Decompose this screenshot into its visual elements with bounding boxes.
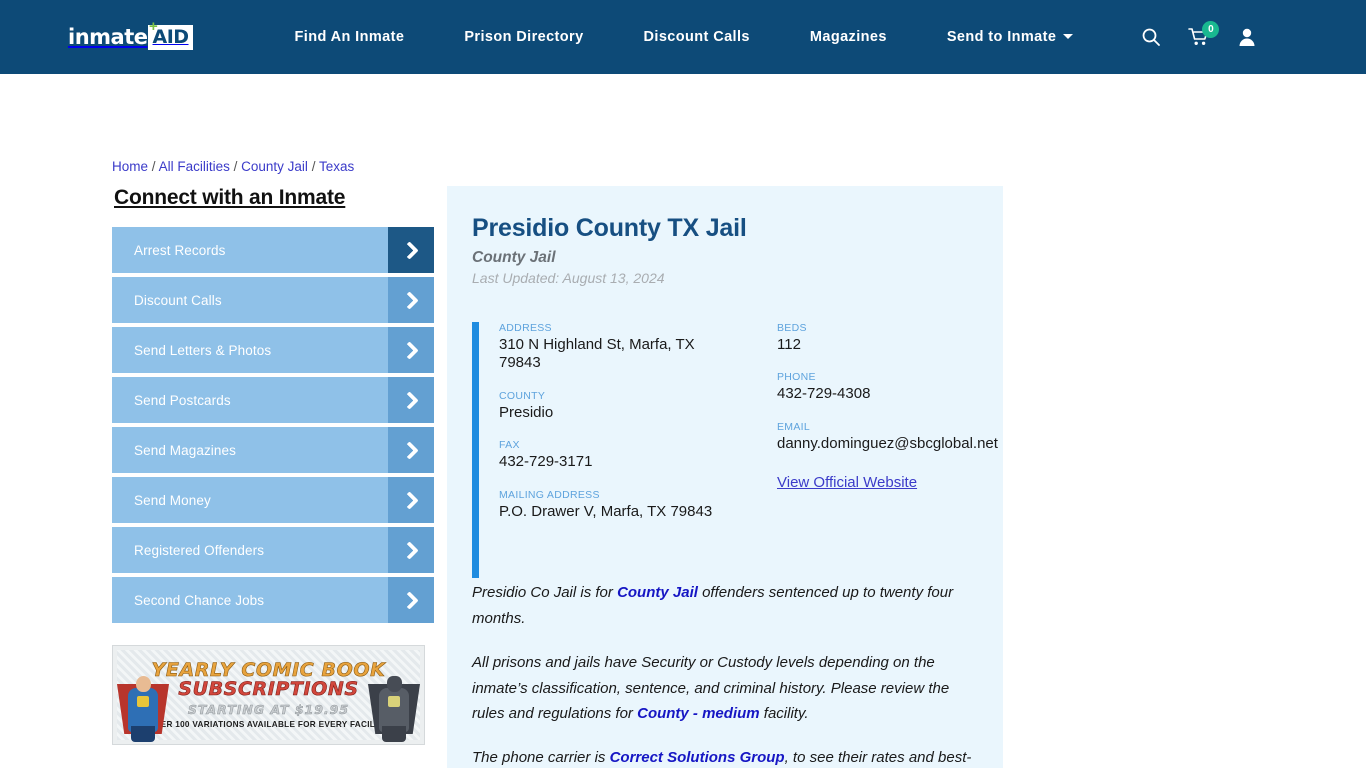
facility-type: County Jail: [472, 249, 556, 266]
p1-text-a: Presidio Co Jail is for: [472, 584, 618, 602]
chevron-right-icon: [388, 527, 434, 573]
field-value: danny.dominguez@sbcglobal.net: [777, 434, 998, 452]
sidebar-item-label: Send Money: [134, 492, 211, 508]
cart-icon[interactable]: 0: [1175, 13, 1223, 61]
description-paragraph-2: All prisons and jails have Security or C…: [472, 650, 973, 727]
sidebar-item-label: Send Magazines: [134, 442, 236, 458]
field-label: ADDRESS: [499, 322, 552, 334]
field-value: 432-729-4308: [777, 385, 871, 403]
field-value: Presidio: [499, 403, 554, 421]
sidebar-item-label: Send Letters & Photos: [134, 342, 272, 358]
user-icon[interactable]: [1223, 13, 1271, 61]
sidebar-item-label: Second Chance Jobs: [134, 592, 265, 608]
sidebar-item-label: Send Postcards: [134, 392, 231, 408]
breadcrumb-item-texas[interactable]: Texas: [319, 159, 354, 174]
field-value: 432-729-3171: [499, 453, 593, 471]
description-paragraph-3: The phone carrier is Correct Solutions G…: [472, 745, 973, 768]
nav-send-to-inmate[interactable]: Send to Inmate: [917, 29, 1104, 45]
field-label: COUNTY: [499, 389, 546, 402]
nav-find-an-inmate[interactable]: Find An Inmate: [265, 29, 435, 45]
site-logo[interactable]: inmate + AID: [68, 18, 193, 52]
field-county: COUNTY Presidio: [499, 390, 777, 422]
p1-link-county-jail[interactable]: County Jail: [617, 584, 698, 601]
view-official-website-link[interactable]: View Official Website: [777, 474, 992, 491]
field-label: FAX: [499, 439, 520, 452]
page-title: Presidio County TX Jail: [472, 214, 747, 242]
chevron-right-icon: [388, 227, 434, 273]
nav-magazines[interactable]: Magazines: [780, 29, 917, 45]
field-label: EMAIL: [777, 420, 811, 433]
p3-link-correct-solutions-group[interactable]: Correct Solutions Group: [610, 749, 785, 766]
sidebar: Connect with an Inmate Arrest Records Di…: [112, 186, 434, 627]
chevron-right-icon: [388, 427, 434, 473]
sidebar-item-registered-offenders[interactable]: Registered Offenders: [112, 527, 434, 573]
sidebar-item-label: Registered Offenders: [134, 542, 265, 558]
sidebar-item-label: Discount Calls: [134, 292, 222, 308]
field-label: BEDS: [777, 322, 807, 334]
comic-subscription-ad[interactable]: YEARLY COMIC BOOK SUBSCRIPTIONS STARTING…: [112, 645, 425, 745]
field-beds: BEDS 112: [777, 322, 992, 354]
chevron-right-icon: [388, 277, 434, 323]
field-email: EMAIL danny.dominguez@sbcglobal.net: [777, 420, 998, 453]
nav-discount-calls[interactable]: Discount Calls: [614, 29, 780, 45]
chevron-right-icon: [388, 327, 434, 373]
chevron-right-icon: [388, 577, 434, 623]
facility-info-grid: ADDRESS 310 N Highland St, Marfa, TX 798…: [499, 322, 998, 538]
sidebar-item-send-magazines[interactable]: Send Magazines: [112, 427, 434, 473]
facility-detail-panel: Presidio County TX Jail County Jail Last…: [447, 186, 1003, 768]
breadcrumb-item-county-jail[interactable]: County Jail: [241, 159, 308, 174]
breadcrumb-item-all-facilities[interactable]: All Facilities: [159, 159, 230, 174]
search-icon[interactable]: [1127, 13, 1175, 61]
ad-price-line: STARTING AT $19.95: [187, 701, 350, 718]
p3-text-a: The phone carrier is: [472, 749, 610, 767]
breadcrumb-item-home[interactable]: Home: [112, 159, 148, 174]
top-navigation-bar: inmate + AID Find An Inmate Prison Direc…: [0, 0, 1366, 74]
sidebar-item-discount-calls[interactable]: Discount Calls: [112, 277, 434, 323]
batman-illustration: [366, 670, 422, 742]
logo-plus-icon: +: [149, 18, 158, 35]
facility-description: Presidio Co Jail is for County Jail offe…: [472, 580, 973, 768]
sidebar-item-send-postcards[interactable]: Send Postcards: [112, 377, 434, 423]
sidebar-item-send-letters-photos[interactable]: Send Letters & Photos: [112, 327, 434, 373]
nav-icon-group: 0: [1127, 13, 1271, 61]
ad-headline-line2: SUBSCRIPTIONS: [178, 678, 359, 701]
facility-info-block: ADDRESS 310 N Highland St, Marfa, TX 798…: [472, 322, 998, 578]
breadcrumb-separator: /: [311, 159, 316, 174]
facility-info-left-column: ADDRESS 310 N Highland St, Marfa, TX 798…: [499, 322, 777, 538]
info-accent-bar: [472, 322, 479, 578]
field-value: 112: [777, 336, 801, 353]
chevron-right-icon: [388, 477, 434, 523]
field-phone: PHONE 432-729-4308: [777, 371, 992, 403]
field-label: PHONE: [777, 371, 816, 384]
sidebar-item-second-chance-jobs[interactable]: Second Chance Jobs: [112, 577, 434, 623]
facility-info-right-column: BEDS 112 PHONE 432-729-4308 EMAIL danny.…: [777, 322, 998, 538]
field-fax: FAX 432-729-3171: [499, 439, 777, 471]
chevron-right-icon: [388, 377, 434, 423]
sidebar-item-send-money[interactable]: Send Money: [112, 477, 434, 523]
field-mailing-address: MAILING ADDRESS P.O. Drawer V, Marfa, TX…: [499, 489, 777, 521]
field-address: ADDRESS 310 N Highland St, Marfa, TX 798…: [499, 322, 777, 373]
sidebar-title: Connect with an Inmate: [114, 186, 346, 209]
sidebar-item-arrest-records[interactable]: Arrest Records: [112, 227, 434, 273]
sidebar-item-label: Arrest Records: [134, 242, 226, 258]
last-updated-text: Last Updated: August 13, 2024: [472, 270, 665, 286]
p2-link-county-medium[interactable]: County - medium: [637, 705, 760, 722]
description-paragraph-1: Presidio Co Jail is for County Jail offe…: [472, 580, 973, 632]
superman-illustration: [115, 670, 171, 742]
cart-count-badge: 0: [1202, 21, 1220, 38]
field-value: P.O. Drawer V, Marfa, TX 79843: [499, 502, 713, 520]
breadcrumb-separator: /: [151, 159, 156, 174]
p2-text-b: facility.: [759, 705, 809, 723]
field-value: 310 N Highland St, Marfa, TX 79843: [499, 336, 695, 372]
logo-text: inmate: [68, 25, 148, 49]
ad-footnote-line: OVER 100 VARIATIONS AVAILABLE FOR EVERY …: [148, 719, 389, 729]
field-label: MAILING ADDRESS: [499, 488, 600, 501]
breadcrumb: Home / All Facilities / County Jail / Te…: [112, 159, 354, 174]
nav-prison-directory[interactable]: Prison Directory: [434, 29, 613, 45]
breadcrumb-separator: /: [233, 159, 238, 174]
primary-nav-links: Find An Inmate Prison Directory Discount…: [265, 29, 1104, 45]
